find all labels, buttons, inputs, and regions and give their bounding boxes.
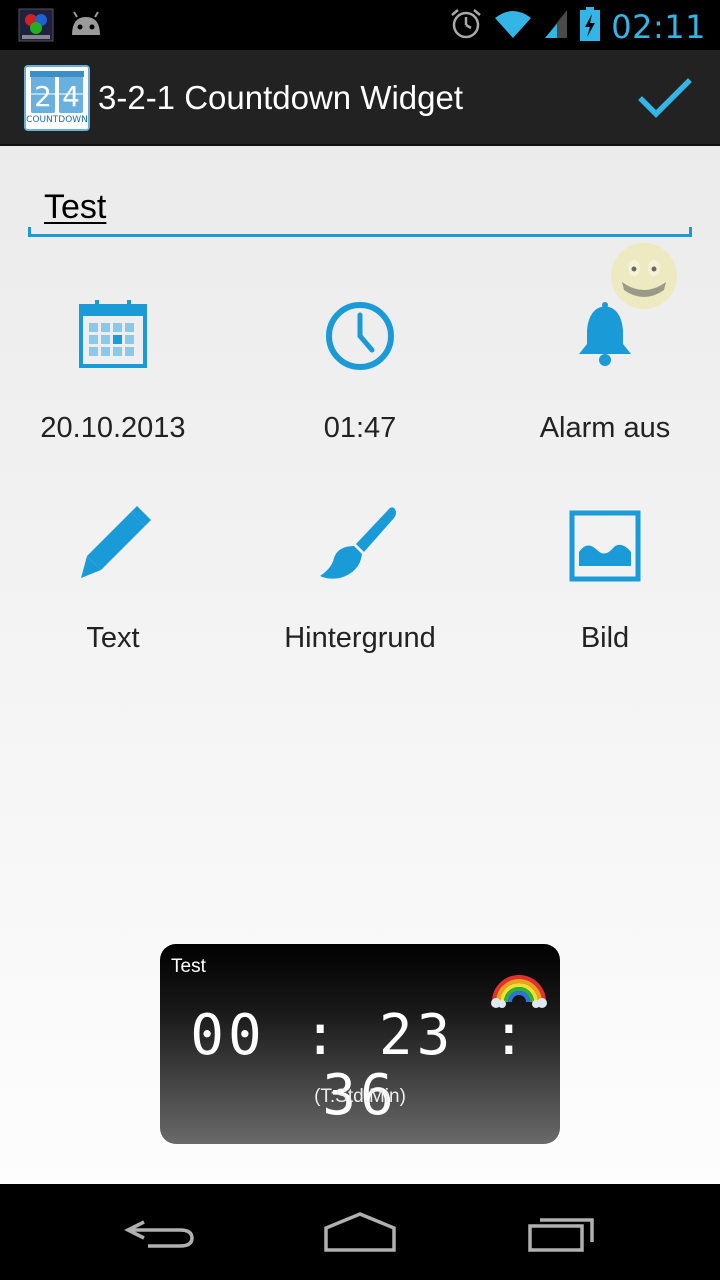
date-label: 20.10.2013 [40,412,186,444]
text-option[interactable]: Text [0,506,233,696]
wifi-icon [493,8,533,45]
widget-preview[interactable]: Test 00 : 23 : 36 (T:Std:Min) [160,944,560,1144]
alarm-label: Alarm aus [539,412,671,444]
pencil-icon [73,506,153,586]
back-icon [124,1220,194,1248]
home-button[interactable] [320,1208,400,1256]
checkmark-icon [638,78,692,118]
time-label: 01:47 [323,412,397,444]
home-icon [324,1212,396,1252]
bell-icon [565,296,645,376]
alarm-option[interactable]: Alarm aus [485,296,720,486]
background-option[interactable]: Hintergrund [240,506,480,696]
recent-apps-button[interactable] [522,1208,602,1256]
calendar-icon [73,296,153,376]
image-option[interactable]: Bild [485,506,720,696]
clock-icon [320,296,400,376]
settings-content: Test 20.10.2013 01:47 Alarm aus Text Hin… [0,146,720,1184]
name-field[interactable]: Test [28,186,692,238]
background-label: Hintergrund [284,622,436,654]
name-field-value[interactable]: Test [44,188,106,227]
status-time: 02:11 [611,7,706,46]
app-icon[interactable]: 2 4 COUNTDOWN [24,65,90,131]
app-icon-caption: COUNTDOWN [26,115,88,125]
signal-icon [543,8,569,45]
widget-unit-label: (T:Std:Min) [314,1086,406,1107]
time-option[interactable]: 01:47 [240,296,480,486]
app-title: 3-2-1 Countdown Widget [98,79,464,116]
name-field-underline [28,227,692,237]
action-bar: 2 4 COUNTDOWN 3-2-1 Countdown Widget [0,50,720,146]
svg-text:2: 2 [34,80,52,113]
led-blinker-icon [18,8,54,47]
done-button[interactable] [638,72,692,126]
recent-apps-icon [528,1218,594,1252]
date-option[interactable]: 20.10.2013 [0,296,233,486]
status-bar: 02:11 [0,0,720,50]
battery-charging-icon [579,6,601,47]
navigation-bar [0,1184,720,1280]
image-icon [565,506,645,586]
paintbrush-icon [320,506,400,586]
rainbow-icon [488,966,550,1008]
back-button[interactable] [120,1208,200,1256]
image-label: Bild [580,622,630,654]
widget-countdown-time: 00 : 23 : 36 [190,1003,530,1128]
text-label: Text [86,622,140,654]
widget-title: Test [171,956,206,977]
alarm-icon [449,7,483,46]
svg-text:4: 4 [62,80,80,113]
android-icon [68,11,104,44]
